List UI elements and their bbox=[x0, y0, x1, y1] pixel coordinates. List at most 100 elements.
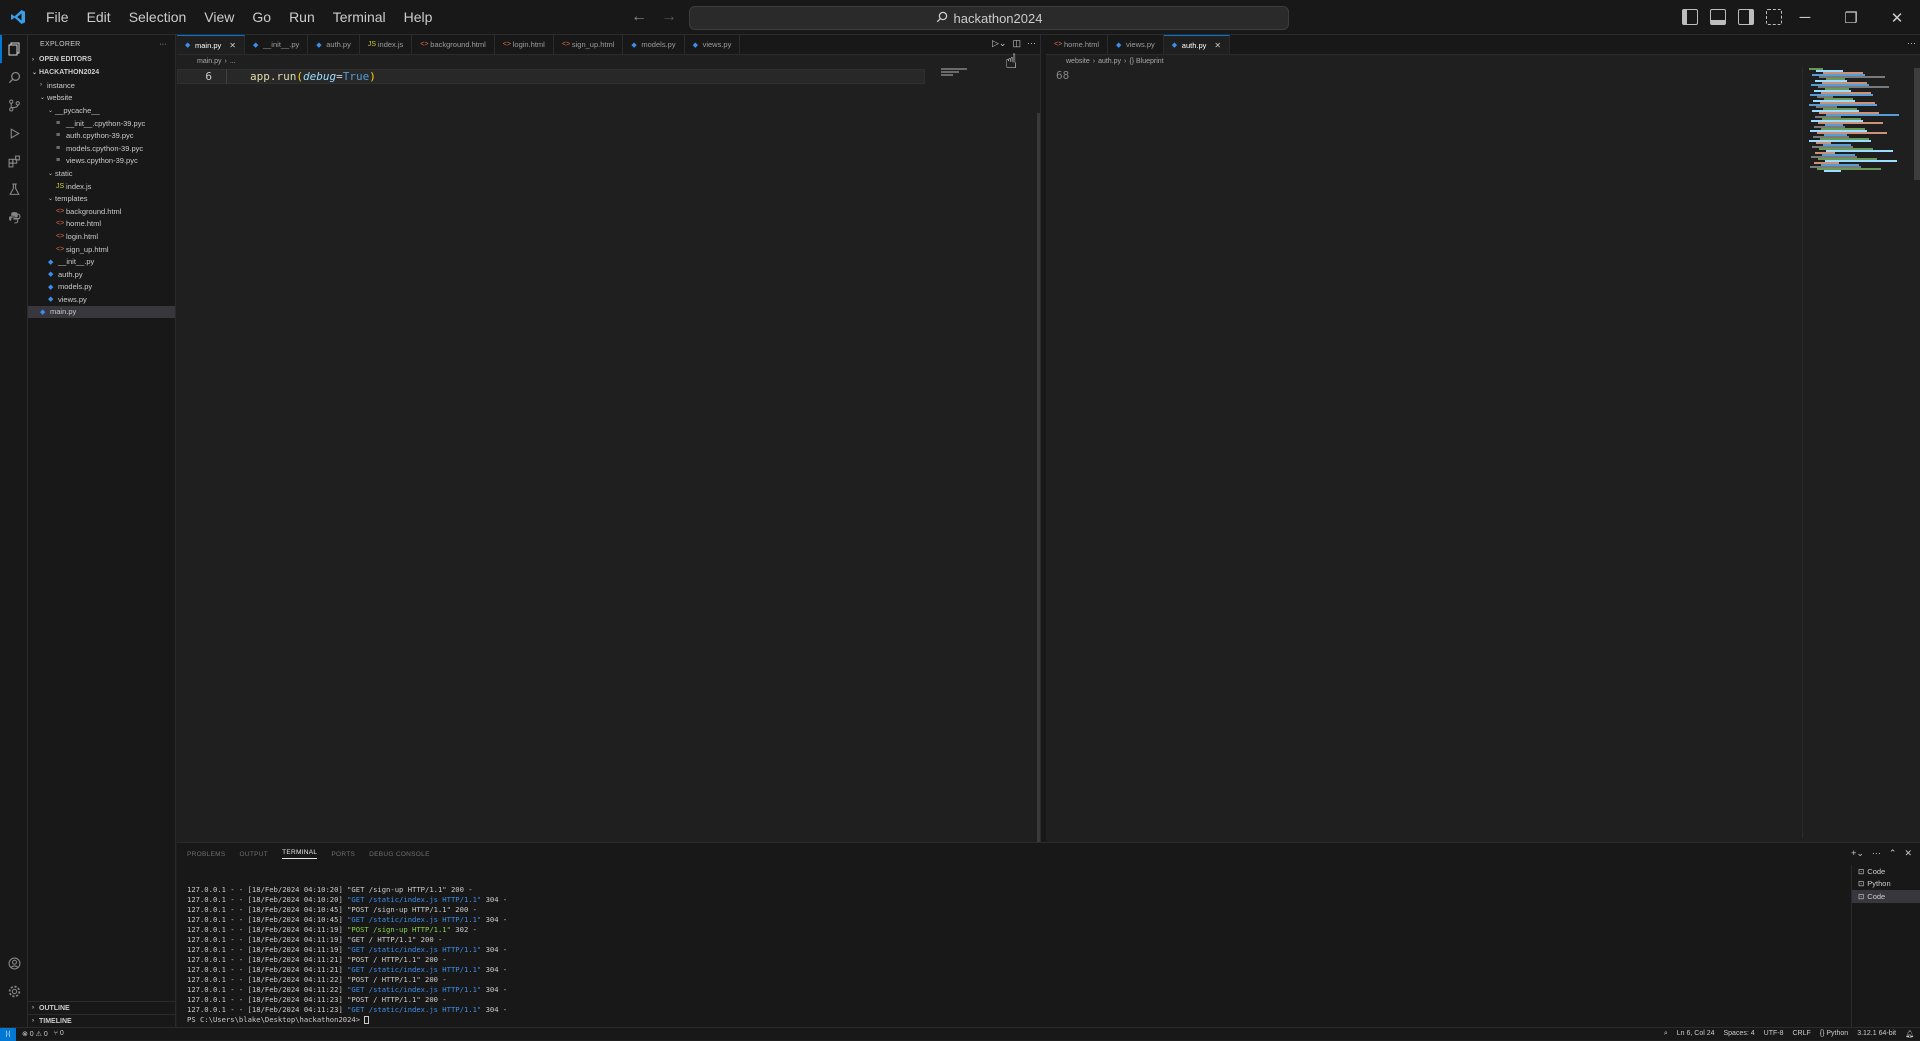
menu-edit[interactable]: Edit bbox=[78, 0, 120, 35]
python-interpreter[interactable]: 3.12.1 64-bit bbox=[1857, 1030, 1896, 1038]
encoding[interactable]: UTF-8 bbox=[1764, 1030, 1784, 1038]
indentation[interactable]: Spaces: 4 bbox=[1724, 1030, 1755, 1038]
breadcrumb-item[interactable]: main.py bbox=[197, 58, 222, 65]
terminal-instance[interactable]: ⊡ Code bbox=[1852, 865, 1920, 878]
panel-tab-ports[interactable]: PORTS bbox=[331, 851, 355, 858]
tree-file[interactable]: <> home.html bbox=[28, 218, 175, 231]
scrollbar-right[interactable] bbox=[1912, 68, 1920, 842]
tree-folder[interactable]: ⌄ templates bbox=[28, 192, 175, 205]
editor-tab[interactable]: JS index.js bbox=[360, 35, 413, 54]
menu-go[interactable]: Go bbox=[243, 0, 280, 35]
outline-section[interactable]: › OUTLINE bbox=[28, 1001, 176, 1014]
tree-file[interactable]: JS index.js bbox=[28, 180, 175, 193]
editor-more-actions-icon[interactable]: ··· bbox=[1907, 38, 1916, 48]
cursor-position[interactable]: Ln 6, Col 24 bbox=[1677, 1030, 1715, 1038]
explorer-more-actions-icon[interactable]: ··· bbox=[159, 41, 167, 48]
tree-file[interactable]: ◆ main.py bbox=[28, 305, 175, 319]
current-code-line[interactable]: 6 app.run(debug=True) bbox=[177, 69, 925, 84]
tree-file[interactable]: ≡ models.cpython-39.pyc bbox=[28, 142, 175, 155]
source-control-icon[interactable] bbox=[0, 91, 28, 119]
close-tab-icon[interactable]: ✕ bbox=[229, 41, 236, 50]
panel-tab-problems[interactable]: PROBLEMS bbox=[187, 851, 226, 858]
manage-gear-icon[interactable] bbox=[0, 977, 28, 1005]
terminal-instance[interactable]: ⊡ Code bbox=[1852, 890, 1920, 903]
editor-tab[interactable]: <> sign_up.html bbox=[554, 35, 624, 54]
tree-file[interactable]: ◆ auth.py bbox=[28, 268, 175, 281]
terminal-instance[interactable]: ⊡ Python bbox=[1852, 878, 1920, 891]
customize-layout-icon[interactable] bbox=[1766, 9, 1782, 25]
restore-button[interactable]: ❐ bbox=[1828, 0, 1874, 35]
editor-tab[interactable]: <> login.html bbox=[495, 35, 554, 54]
scrollbar-left[interactable] bbox=[1032, 68, 1040, 842]
workspace-root-section[interactable]: ⌄ HACKATHON2024 bbox=[28, 66, 175, 79]
search-sidebar-icon[interactable] bbox=[0, 63, 28, 91]
menu-run[interactable]: Run bbox=[280, 0, 324, 35]
panel-tab-debug-console[interactable]: DEBUG CONSOLE bbox=[369, 851, 430, 858]
panel-tab-terminal[interactable]: TERMINAL bbox=[282, 849, 318, 859]
tree-folder[interactable]: › instance bbox=[28, 79, 175, 92]
editor-tab[interactable]: ◆ models.py bbox=[623, 35, 685, 54]
panel-tab-output[interactable]: OUTPUT bbox=[240, 851, 269, 858]
breadcrumb-item[interactable]: auth.py bbox=[1098, 58, 1121, 65]
run-debug-icon[interactable] bbox=[0, 119, 28, 147]
editor-tab[interactable]: ◆ main.py ✕ bbox=[177, 35, 245, 54]
tree-file[interactable]: ≡ __init__.cpython-39.pyc bbox=[28, 117, 175, 130]
python-icon[interactable] bbox=[0, 203, 28, 231]
maximize-panel-icon[interactable]: ⌃ bbox=[1889, 848, 1897, 859]
line-ending[interactable]: CRLF bbox=[1792, 1030, 1810, 1038]
close-tab-icon[interactable]: ✕ bbox=[1214, 41, 1221, 50]
command-center-search[interactable]: hackathon2024 bbox=[689, 6, 1289, 30]
testing-icon[interactable] bbox=[0, 175, 28, 203]
editor-tab[interactable]: <> background.html bbox=[412, 35, 495, 54]
close-window-button[interactable]: ✕ bbox=[1874, 0, 1920, 35]
toggle-primary-sidebar-icon[interactable] bbox=[1682, 9, 1698, 25]
menu-view[interactable]: View bbox=[195, 0, 243, 35]
explorer-icon[interactable] bbox=[0, 35, 28, 63]
editor-tab[interactable]: ◆ views.py bbox=[685, 35, 741, 54]
toggle-panel-icon[interactable] bbox=[1710, 9, 1726, 25]
tree-file[interactable]: ◆ models.py bbox=[28, 281, 175, 294]
tree-file[interactable]: <> login.html bbox=[28, 230, 175, 243]
menu-terminal[interactable]: Terminal bbox=[324, 0, 395, 35]
panel-more-actions-icon[interactable]: ··· bbox=[1872, 848, 1881, 859]
close-panel-icon[interactable]: ✕ bbox=[1904, 848, 1912, 859]
run-python-file-icon[interactable]: ▷⌄ bbox=[992, 38, 1006, 49]
editor-tab[interactable]: ◆ auth.py ✕ bbox=[1163, 35, 1231, 54]
accounts-icon[interactable] bbox=[0, 949, 28, 977]
split-editor-icon[interactable]: ◫ bbox=[1012, 38, 1021, 49]
menu-selection[interactable]: Selection bbox=[120, 0, 196, 35]
menu-help[interactable]: Help bbox=[395, 0, 442, 35]
remote-indicator-icon[interactable]: ⟩⟨ bbox=[0, 1027, 16, 1041]
breadcrumb-item[interactable]: ... bbox=[230, 58, 236, 65]
terminal-output[interactable]: 127.0.0.1 - - [18/Feb/2024 04:10:20] "GE… bbox=[187, 885, 507, 1025]
timeline-section[interactable]: › TIMELINE bbox=[28, 1014, 176, 1027]
editor-tab[interactable]: <> home.html bbox=[1046, 35, 1109, 54]
tree-file[interactable]: <> background.html bbox=[28, 205, 175, 218]
tree-folder[interactable]: ⌄ __pycache__ bbox=[28, 104, 175, 117]
editor-more-actions-icon[interactable]: ··· bbox=[1027, 38, 1036, 49]
tree-file[interactable]: ◆ views.py bbox=[28, 293, 175, 306]
zoom-icon[interactable]: ⌕ bbox=[1664, 1030, 1668, 1038]
tree-file[interactable]: ◆ __init__.py bbox=[28, 255, 175, 268]
tree-file[interactable]: <> sign_up.html bbox=[28, 243, 175, 256]
open-editors-section[interactable]: › OPEN EDITORS bbox=[28, 53, 175, 66]
minimap-right[interactable] bbox=[1802, 68, 1902, 838]
tree-file[interactable]: ≡ auth.cpython-39.pyc bbox=[28, 129, 175, 142]
breadcrumb-item[interactable]: {} Blueprint bbox=[1129, 58, 1163, 65]
problems-status[interactable]: ⊗ 0 ⚠ 0 bbox=[22, 1030, 48, 1038]
tree-file[interactable]: ≡ views.cpython-39.pyc bbox=[28, 155, 175, 168]
menu-file[interactable]: File bbox=[37, 0, 78, 35]
breadcrumb-item[interactable]: website bbox=[1066, 58, 1090, 65]
notifications-bell-icon[interactable]: 🔔︎ bbox=[1905, 1030, 1914, 1038]
minimap-left[interactable] bbox=[937, 68, 1037, 838]
tree-folder[interactable]: ⌄ static bbox=[28, 167, 175, 180]
language-mode[interactable]: {} Python bbox=[1820, 1030, 1848, 1038]
back-arrow-icon[interactable]: ← bbox=[631, 8, 647, 26]
code-text[interactable]: app.run(debug=True) bbox=[250, 70, 376, 83]
editor-tab[interactable]: ◆ __init__.py bbox=[245, 35, 309, 54]
terminal-prompt[interactable]: PS C:\Users\blake\Desktop\hackathon2024> bbox=[187, 1015, 507, 1025]
ports-status[interactable]: ⑂ 0 bbox=[54, 1030, 64, 1038]
editor-tab[interactable]: ◆ auth.py bbox=[308, 35, 360, 54]
extensions-icon[interactable] bbox=[0, 147, 28, 175]
tree-folder[interactable]: ⌄ website bbox=[28, 92, 175, 105]
